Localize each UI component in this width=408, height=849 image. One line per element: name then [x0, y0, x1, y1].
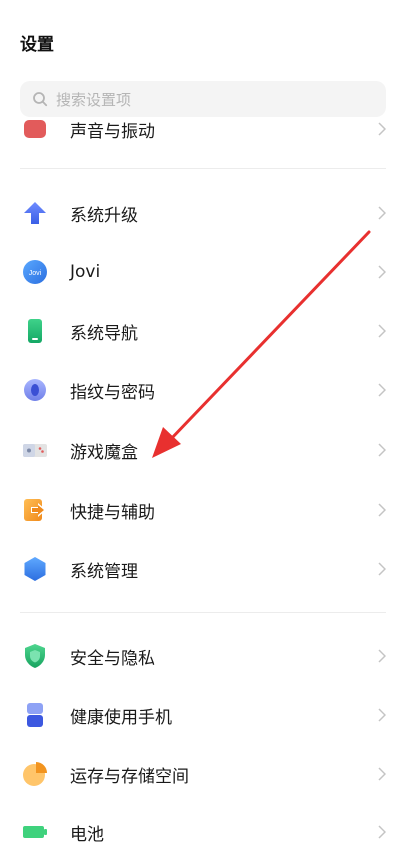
settings-item-system-update[interactable]: 系统升级	[0, 185, 408, 241]
settings-item-label: 系统导航	[70, 323, 138, 344]
chevron-right-icon	[378, 708, 386, 722]
settings-item-shortcuts[interactable]: 快捷与辅助	[0, 482, 408, 538]
battery-icon	[22, 819, 48, 845]
jovi-icon: Jovi	[22, 259, 48, 285]
settings-item-label: 电池	[70, 824, 104, 845]
settings-item-label: 系统管理	[70, 561, 138, 582]
hexagon-icon	[22, 556, 48, 582]
settings-item-battery[interactable]: 电池	[0, 812, 408, 849]
chevron-right-icon	[378, 649, 386, 663]
search-icon	[33, 92, 48, 107]
section-divider	[20, 168, 386, 169]
pie-chart-icon	[22, 761, 48, 787]
speaker-icon	[22, 117, 48, 139]
settings-item-digital-wellbeing[interactable]: 健康使用手机	[0, 687, 408, 743]
settings-item-label: 健康使用手机	[70, 707, 172, 728]
settings-item-navigation[interactable]: 系统导航	[0, 303, 408, 359]
shortcut-arrow-icon	[22, 497, 48, 523]
settings-item-label: Jovi	[70, 262, 101, 282]
settings-item-label: 游戏魔盒	[70, 442, 138, 463]
jovi-icon-text: Jovi	[29, 270, 42, 277]
settings-item-label: 安全与隐私	[70, 648, 155, 669]
page-title: 设置	[20, 35, 54, 55]
shield-icon	[22, 643, 48, 669]
chevron-right-icon	[378, 562, 386, 576]
chevron-right-icon	[378, 443, 386, 457]
chevron-right-icon	[378, 265, 386, 279]
settings-item-label: 指纹与密码	[70, 382, 155, 403]
chevron-right-icon	[378, 825, 386, 839]
settings-item-label: 系统升级	[70, 205, 138, 226]
section-divider	[20, 612, 386, 613]
settings-item-security[interactable]: 安全与隐私	[0, 628, 408, 684]
phone-navigation-icon	[22, 318, 48, 344]
settings-item-label: 运存与存储空间	[70, 766, 189, 787]
chevron-right-icon	[378, 324, 386, 338]
settings-item-storage[interactable]: 运存与存储空间	[0, 746, 408, 802]
settings-item-fingerprint[interactable]: 指纹与密码	[0, 362, 408, 418]
hourglass-icon	[22, 702, 48, 728]
fingerprint-icon	[22, 377, 48, 403]
chevron-right-icon	[378, 122, 386, 136]
search-input[interactable]: 搜索设置项	[56, 89, 131, 110]
chevron-right-icon	[378, 767, 386, 781]
settings-item-label: 快捷与辅助	[70, 502, 155, 523]
settings-item-sound[interactable]: 声音与振动	[0, 117, 408, 139]
chevron-right-icon	[378, 206, 386, 220]
chevron-right-icon	[378, 383, 386, 397]
settings-item-game-box[interactable]: 游戏魔盒	[0, 422, 408, 478]
settings-item-system-management[interactable]: 系统管理	[0, 541, 408, 597]
chevron-right-icon	[378, 503, 386, 517]
settings-item-label: 声音与振动	[70, 121, 155, 140]
search-bar[interactable]: 搜索设置项	[20, 81, 386, 117]
settings-item-jovi[interactable]: Jovi Jovi	[0, 244, 408, 300]
upgrade-arrow-icon	[22, 200, 48, 226]
game-box-icon	[22, 437, 48, 463]
